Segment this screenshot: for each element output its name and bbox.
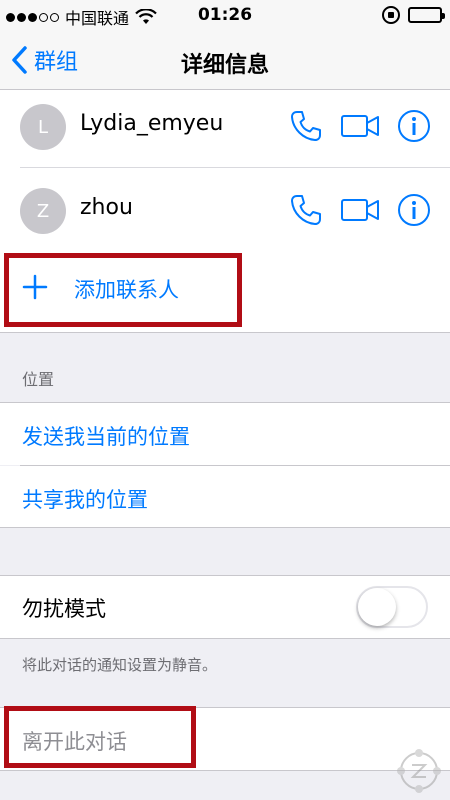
toggle-knob (358, 588, 396, 626)
send-location-button[interactable]: 发送我当前的位置 (0, 403, 450, 465)
contact-row[interactable]: Z zhou (0, 168, 450, 252)
avatar: L (20, 104, 66, 150)
call-button[interactable] (286, 192, 326, 228)
video-call-button[interactable] (340, 192, 380, 228)
phone-icon (291, 195, 321, 225)
info-icon (398, 110, 430, 142)
do-not-disturb-footnote: 将此对话的通知设置为静音。 (22, 656, 218, 674)
contact-name: zhou (80, 195, 133, 220)
video-icon (341, 199, 379, 221)
avatar: Z (20, 188, 66, 234)
contact-info-button[interactable] (394, 108, 434, 144)
share-location-label: 共享我的位置 (22, 488, 148, 512)
send-location-label: 发送我当前的位置 (22, 425, 190, 449)
video-call-button[interactable] (340, 108, 380, 144)
separator (0, 770, 450, 771)
separator (0, 332, 450, 333)
page-title: 详细信息 (180, 53, 269, 78)
video-icon (341, 115, 379, 137)
separator (0, 638, 450, 639)
status-right (382, 6, 445, 24)
contacts-list: L Lydia_emyeu Z zhou (0, 90, 450, 252)
do-not-disturb-row: 勿扰模式 (0, 576, 450, 638)
separator (0, 527, 450, 528)
navigation-bar: 群组 详细信息 (0, 32, 450, 90)
contact-row[interactable]: L Lydia_emyeu (0, 84, 450, 168)
highlight-box (4, 706, 196, 768)
status-bar: 中国联通 01:26 (0, 0, 450, 32)
do-not-disturb-label: 勿扰模式 (22, 597, 106, 621)
info-icon (398, 194, 430, 226)
share-location-button[interactable]: 共享我的位置 (0, 466, 450, 528)
phone-icon (291, 111, 321, 141)
battery-icon (408, 7, 445, 23)
rotation-lock-icon (382, 6, 400, 24)
contact-name: Lydia_emyeu (80, 111, 224, 136)
call-button[interactable] (286, 108, 326, 144)
do-not-disturb-toggle[interactable] (356, 586, 428, 628)
watermark-logo-icon (397, 749, 441, 793)
highlight-box (4, 253, 242, 327)
section-header-location: 位置 (22, 370, 55, 389)
contact-info-button[interactable] (394, 192, 434, 228)
